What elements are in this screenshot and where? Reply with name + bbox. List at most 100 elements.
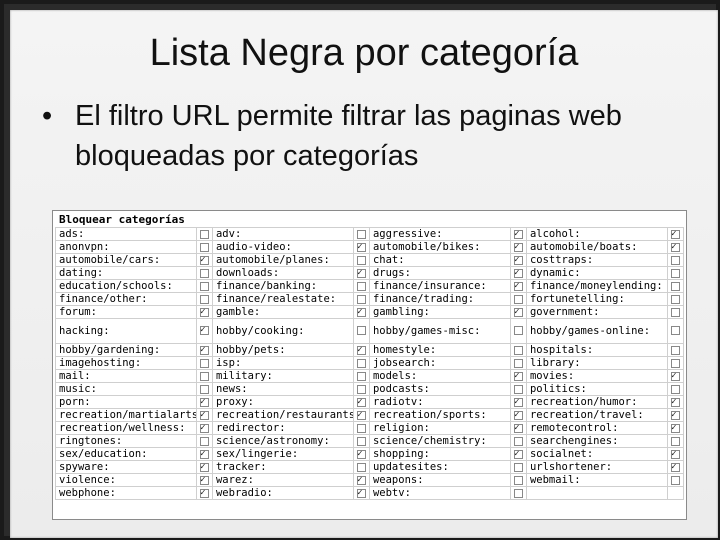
category-checkbox[interactable] [671, 307, 681, 317]
category-checkbox[interactable] [671, 294, 681, 304]
category-checkbox[interactable] [357, 384, 367, 394]
category-checkbox[interactable] [514, 242, 524, 252]
category-checkbox[interactable] [671, 475, 681, 485]
category-label: audio-video: [211, 240, 355, 254]
checkbox-cell [353, 486, 370, 500]
category-checkbox[interactable] [357, 281, 367, 291]
category-checkbox[interactable] [357, 397, 367, 407]
category-checkbox[interactable] [671, 384, 681, 394]
category-checkbox[interactable] [357, 358, 367, 368]
checkbox-cell [510, 343, 527, 357]
category-checkbox[interactable] [671, 462, 681, 472]
checkbox-cell [353, 305, 370, 319]
category-label: hacking: [54, 318, 198, 344]
category-checkbox[interactable] [200, 397, 210, 407]
category-checkbox[interactable] [357, 326, 367, 335]
category-checkbox[interactable] [671, 345, 681, 355]
category-name: forum: [59, 306, 97, 318]
category-checkbox[interactable] [514, 307, 524, 317]
category-checkbox[interactable] [671, 242, 681, 252]
category-checkbox[interactable] [200, 488, 210, 498]
checkbox-cell [510, 369, 527, 383]
category-checkbox[interactable] [357, 307, 367, 317]
category-checkbox[interactable] [671, 255, 681, 265]
category-checkbox[interactable] [514, 462, 524, 472]
checkbox-cell [353, 395, 370, 409]
category-checkbox[interactable] [357, 242, 367, 252]
category-label: ringtones: [54, 434, 198, 448]
category-checkbox[interactable] [200, 307, 210, 317]
category-checkbox[interactable] [671, 410, 681, 420]
category-checkbox[interactable] [200, 371, 210, 381]
category-checkbox[interactable] [200, 242, 210, 252]
category-checkbox[interactable] [514, 371, 524, 381]
category-checkbox[interactable] [671, 371, 681, 381]
category-checkbox[interactable] [514, 268, 524, 278]
category-checkbox[interactable] [514, 436, 524, 446]
category-checkbox[interactable] [671, 326, 681, 335]
category-name: anonvpn: [59, 241, 110, 253]
category-checkbox[interactable] [200, 410, 210, 420]
category-label: urlshortener: [525, 460, 669, 474]
category-checkbox[interactable] [200, 423, 210, 433]
category-checkbox[interactable] [200, 268, 210, 278]
category-checkbox[interactable] [514, 294, 524, 304]
category-checkbox[interactable] [514, 410, 524, 420]
category-checkbox[interactable] [514, 423, 524, 433]
category-checkbox[interactable] [671, 449, 681, 459]
category-label: automobile/bikes: [368, 240, 512, 254]
category-label: redirector: [211, 421, 355, 435]
category-checkbox[interactable] [357, 475, 367, 485]
checkbox-cell [353, 382, 370, 396]
category-checkbox[interactable] [200, 462, 210, 472]
category-checkbox[interactable] [357, 488, 367, 498]
category-checkbox[interactable] [200, 326, 210, 335]
category-checkbox[interactable] [357, 371, 367, 381]
category-checkbox[interactable] [357, 294, 367, 304]
category-checkbox[interactable] [200, 449, 210, 459]
category-checkbox[interactable] [357, 462, 367, 472]
category-label: dynamic: [525, 266, 669, 280]
category-checkbox[interactable] [514, 358, 524, 368]
category-label: finance/other: [54, 292, 198, 306]
category-checkbox[interactable] [514, 326, 524, 335]
category-checkbox[interactable] [671, 423, 681, 433]
category-checkbox[interactable] [200, 358, 210, 368]
category-checkbox[interactable] [200, 294, 210, 304]
category-checkbox[interactable] [514, 255, 524, 265]
category-checkbox[interactable] [357, 410, 367, 420]
category-checkbox[interactable] [671, 397, 681, 407]
category-name: finance/insurance: [372, 280, 487, 292]
category-checkbox[interactable] [671, 281, 681, 291]
category-checkbox[interactable] [357, 436, 367, 446]
category-checkbox[interactable] [200, 475, 210, 485]
category-checkbox[interactable] [200, 255, 210, 265]
table-row: recreation/martialarts: recreation/restau… [54, 408, 684, 422]
category-checkbox[interactable] [200, 436, 210, 446]
category-checkbox[interactable] [671, 229, 681, 239]
table-row: mail: military: models: movies: [54, 369, 684, 383]
category-checkbox[interactable] [514, 345, 524, 355]
category-checkbox[interactable] [514, 475, 524, 485]
category-checkbox[interactable] [671, 268, 681, 278]
category-checkbox[interactable] [357, 423, 367, 433]
category-checkbox[interactable] [357, 268, 367, 278]
category-checkbox[interactable] [671, 436, 681, 446]
category-checkbox[interactable] [200, 229, 210, 239]
category-checkbox[interactable] [357, 255, 367, 265]
category-checkbox[interactable] [200, 281, 210, 291]
category-checkbox[interactable] [200, 384, 210, 394]
category-checkbox[interactable] [514, 488, 524, 498]
category-checkbox[interactable] [514, 449, 524, 459]
category-label: socialnet: [525, 447, 669, 461]
category-checkbox[interactable] [357, 345, 367, 355]
category-checkbox[interactable] [357, 229, 367, 239]
category-checkbox[interactable] [514, 384, 524, 394]
category-checkbox[interactable] [200, 345, 210, 355]
category-checkbox[interactable] [514, 281, 524, 291]
category-checkbox[interactable] [671, 358, 681, 368]
table-row: hacking: hobby/cooking: hobby/games-misc: h… [54, 318, 684, 344]
category-checkbox[interactable] [357, 449, 367, 459]
category-checkbox[interactable] [514, 229, 524, 239]
category-checkbox[interactable] [514, 397, 524, 407]
